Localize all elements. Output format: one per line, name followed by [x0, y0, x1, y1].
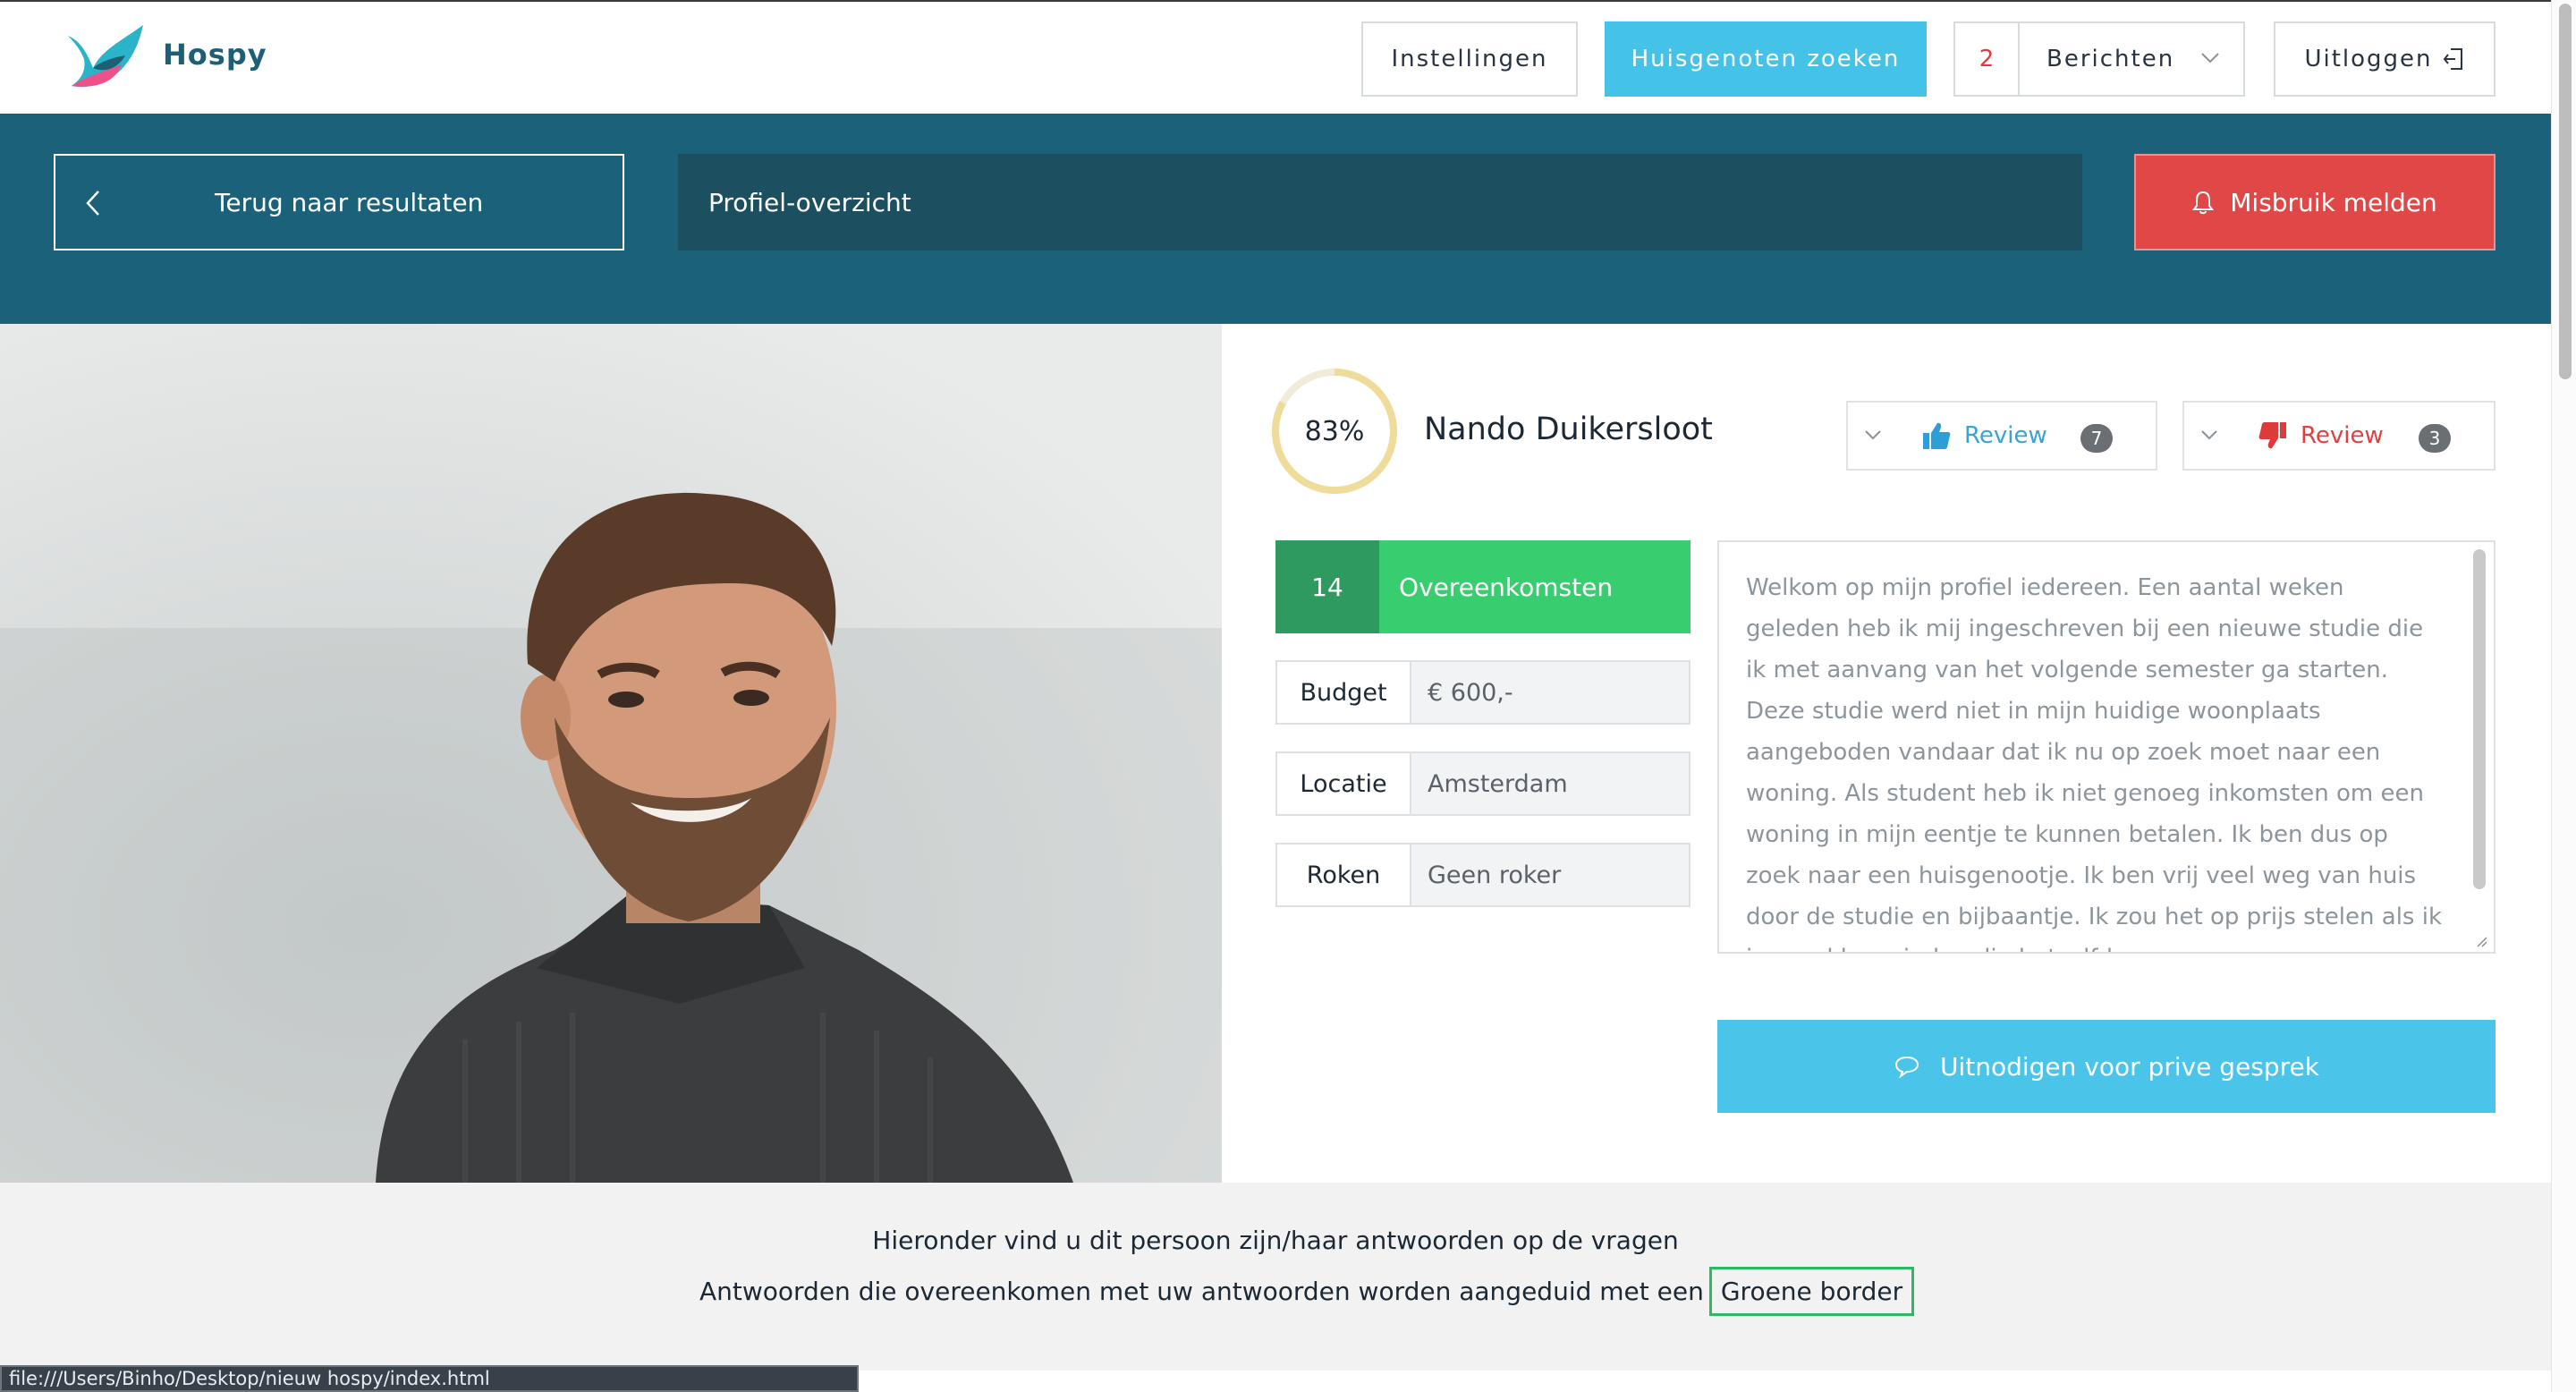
logout-label: Uitloggen — [2304, 46, 2433, 72]
page-scrollbar[interactable] — [2551, 0, 2576, 1392]
answers-info-section: Hieronder vind u dit persoon zijn/haar a… — [0, 1183, 2551, 1371]
profile-panel: 83% Nando Duikersloot Review 7 Review 3 … — [1222, 324, 2551, 1183]
answers-info-text: Antwoorden die overeenkomen met uw antwo… — [699, 1277, 1704, 1306]
matches-badge: 14 Overeenkomsten — [1275, 540, 1690, 633]
smoking-field: Roken Geen roker — [1275, 843, 1690, 907]
bell-icon — [2192, 191, 2215, 215]
answers-info-line2: Antwoorden die overeenkomen met uw antwo… — [699, 1267, 1915, 1316]
bird-logo-icon[interactable] — [66, 23, 145, 91]
messages-dropdown[interactable]: 2 Berichten — [1953, 21, 2245, 97]
status-bar-url: file:///Users/Binho/Desktop/nieuw hospy/… — [0, 1365, 859, 1392]
bio-scrollbar[interactable] — [2473, 549, 2486, 889]
chevron-down-icon — [1865, 430, 1881, 440]
logout-button[interactable]: Uitloggen — [2274, 21, 2496, 97]
messages-label: Berichten — [2046, 46, 2175, 72]
thumbs-up-icon — [1923, 422, 1951, 449]
report-abuse-button[interactable]: Misbruik melden — [2134, 154, 2496, 250]
report-label: Misbruik melden — [2230, 187, 2437, 217]
profile-name: Nando Duikersloot — [1424, 412, 1713, 447]
brand-name[interactable]: Hospy — [163, 38, 267, 72]
field-label: Roken — [1277, 845, 1411, 905]
messages-count-badge: 2 — [1955, 23, 2020, 95]
budget-field: Budget € 600,- — [1275, 660, 1690, 725]
logout-icon — [2443, 48, 2462, 70]
field-value: Geen roker — [1411, 845, 1689, 905]
find-housemates-button[interactable]: Huisgenoten zoeken — [1605, 21, 1927, 97]
location-field: Locatie Amsterdam — [1275, 751, 1690, 816]
resize-grip-icon[interactable] — [2474, 934, 2488, 948]
answers-info-line1: Hieronder vind u dit persoon zijn/haar a… — [872, 1226, 1679, 1255]
negative-review-count: 3 — [2419, 424, 2451, 453]
field-value: Amsterdam — [1411, 753, 1689, 814]
thumbs-down-icon — [2258, 422, 2286, 449]
profile-photo — [0, 324, 1222, 1183]
negative-review-label: Review — [2301, 422, 2384, 449]
field-value: € 600,- — [1411, 662, 1689, 723]
page-scrollbar-thumb[interactable] — [2559, 4, 2572, 379]
chevron-down-icon — [2201, 430, 2217, 440]
invite-label: Uitnodigen voor prive gesprek — [1939, 1051, 2320, 1082]
field-label: Locatie — [1277, 753, 1411, 814]
negative-review-dropdown[interactable]: Review 3 — [2182, 401, 2496, 471]
page-bottom — [859, 1371, 2551, 1392]
field-label: Budget — [1277, 662, 1411, 723]
settings-button[interactable]: Instellingen — [1361, 21, 1578, 97]
matches-count: 14 — [1275, 540, 1379, 633]
chevron-left-icon — [86, 191, 99, 216]
profile-toolbar: Terug naar resultaten Profiel-overzicht … — [0, 114, 2551, 324]
chevron-down-icon — [2201, 53, 2219, 64]
green-border-sample: Groene border — [1708, 1267, 1915, 1316]
positive-review-count: 7 — [2080, 424, 2113, 453]
positive-review-dropdown[interactable]: Review 7 — [1846, 401, 2157, 471]
bio-textarea[interactable]: Welkom op mijn profiel iedereen. Een aan… — [1717, 540, 2496, 954]
back-to-results-button[interactable]: Terug naar resultaten — [54, 154, 624, 250]
top-header: Hospy Instellingen Huisgenoten zoeken 2 … — [0, 0, 2551, 114]
page-title: Profiel-overzicht — [678, 154, 2082, 250]
invite-private-chat-button[interactable]: Uitnodigen voor prive gesprek — [1717, 1020, 2496, 1113]
match-percentage: 83% — [1304, 415, 1365, 447]
matches-label: Overeenkomsten — [1379, 540, 1690, 633]
back-label: Terug naar resultaten — [215, 187, 484, 217]
profile-photo-illustration — [0, 324, 1222, 1183]
positive-review-label: Review — [1964, 422, 2047, 449]
chat-bubble-icon — [1894, 1056, 1919, 1078]
